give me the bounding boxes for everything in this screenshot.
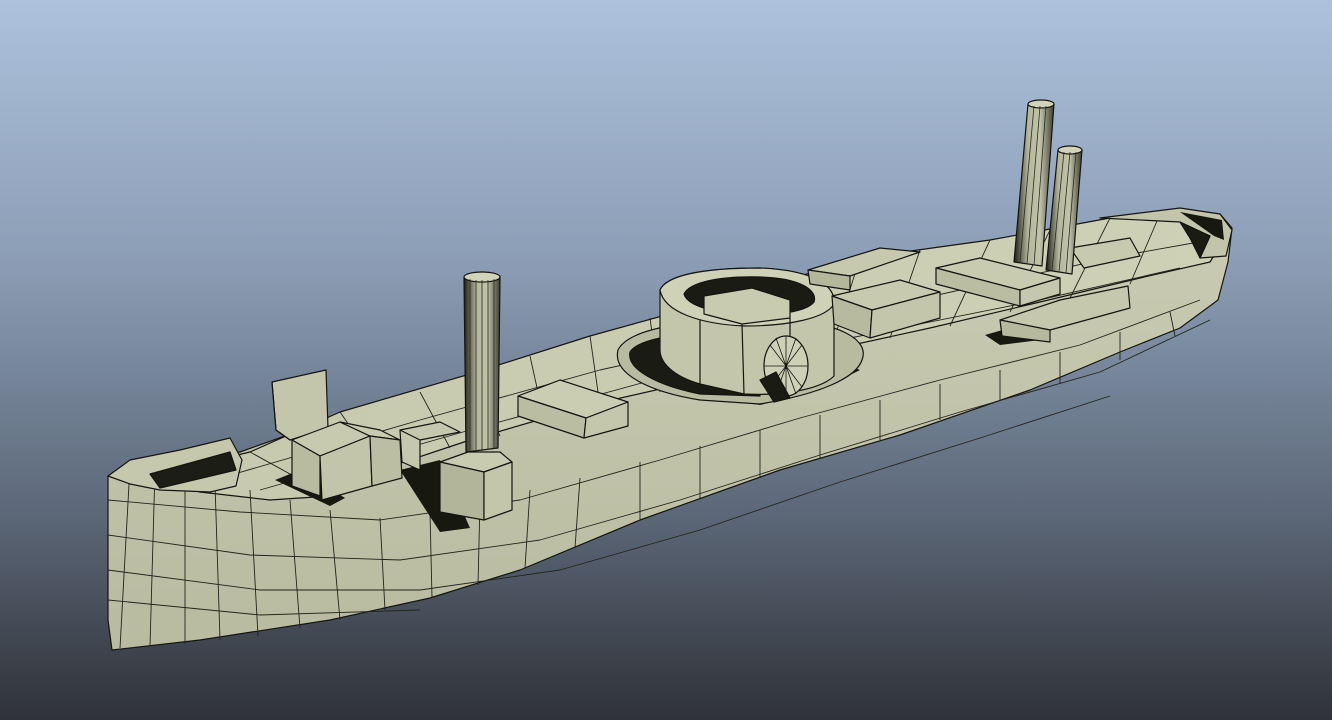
funnel-base-housing[interactable] xyxy=(439,451,513,521)
funnel-fore[interactable] xyxy=(463,271,501,453)
3d-viewport[interactable] xyxy=(0,0,1332,720)
ship-model[interactable] xyxy=(107,99,1233,651)
viewport-scene[interactable] xyxy=(0,0,1332,720)
turret[interactable] xyxy=(616,267,864,405)
